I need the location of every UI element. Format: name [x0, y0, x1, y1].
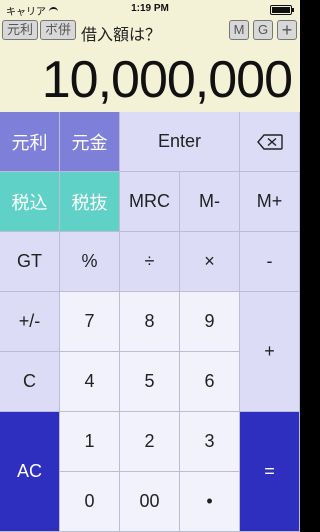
- digit-8-key[interactable]: 8: [120, 292, 180, 352]
- keypad: 元利 元金 Enter 税込 税抜 MRC M- M+ GT % ÷ × - +…: [0, 112, 300, 532]
- principal-interest-key[interactable]: 元利: [0, 112, 60, 172]
- memory-plus-key[interactable]: M+: [240, 172, 300, 232]
- digit-1-key[interactable]: 1: [60, 412, 120, 472]
- principal-key[interactable]: 元金: [60, 112, 120, 172]
- digit-7-key[interactable]: 7: [60, 292, 120, 352]
- minus-key[interactable]: -: [240, 232, 300, 292]
- all-clear-key[interactable]: AC: [0, 412, 60, 532]
- battery-level: [272, 7, 290, 13]
- tax-excluded-key[interactable]: 税抜: [60, 172, 120, 232]
- decimal-point-key[interactable]: •: [180, 472, 240, 532]
- backspace-key[interactable]: [240, 112, 300, 172]
- digit-3-key[interactable]: 3: [180, 412, 240, 472]
- digit-2-key[interactable]: 2: [120, 412, 180, 472]
- divide-key[interactable]: ÷: [120, 232, 180, 292]
- digit-5-key[interactable]: 5: [120, 352, 180, 412]
- digit-6-key[interactable]: 6: [180, 352, 240, 412]
- status-time: 1:19 PM: [131, 3, 169, 14]
- plus-minus-key[interactable]: +/-: [0, 292, 60, 352]
- double-zero-key[interactable]: 00: [120, 472, 180, 532]
- memory-button[interactable]: M: [229, 20, 249, 40]
- equals-key[interactable]: =: [240, 412, 300, 532]
- multiply-key[interactable]: ×: [180, 232, 240, 292]
- digit-9-key[interactable]: 9: [180, 292, 240, 352]
- display: 10,000,000: [0, 44, 300, 112]
- status-bar: キャリア 1:19 PM: [0, 0, 300, 18]
- digit-0-key[interactable]: 0: [60, 472, 120, 532]
- grand-total-button[interactable]: G: [253, 20, 273, 40]
- input-prompt: 借入額は？: [81, 27, 162, 44]
- add-button[interactable]: +: [277, 20, 297, 40]
- tax-included-key[interactable]: 税込: [0, 172, 60, 232]
- backspace-icon: [256, 133, 283, 150]
- calculator-screen: キャリア 1:19 PM 元利 ボ併 借入額は？ M G + 10,000,00…: [0, 0, 300, 532]
- percent-key[interactable]: %: [60, 232, 120, 292]
- clear-key[interactable]: C: [0, 352, 60, 412]
- plus-key[interactable]: +: [240, 292, 300, 412]
- enter-key[interactable]: Enter: [120, 112, 240, 172]
- battery-icon: [270, 5, 294, 15]
- memory-recall-clear-key[interactable]: MRC: [120, 172, 180, 232]
- display-value: 10,000,000: [41, 51, 293, 109]
- grand-total-key[interactable]: GT: [0, 232, 60, 292]
- bonus-combined-mode-button[interactable]: ボ併: [40, 20, 76, 40]
- digit-4-key[interactable]: 4: [60, 352, 120, 412]
- principal-interest-mode-button[interactable]: 元利: [2, 20, 38, 40]
- memory-minus-key[interactable]: M-: [180, 172, 240, 232]
- toolbar: 元利 ボ併 借入額は？ M G +: [0, 18, 300, 44]
